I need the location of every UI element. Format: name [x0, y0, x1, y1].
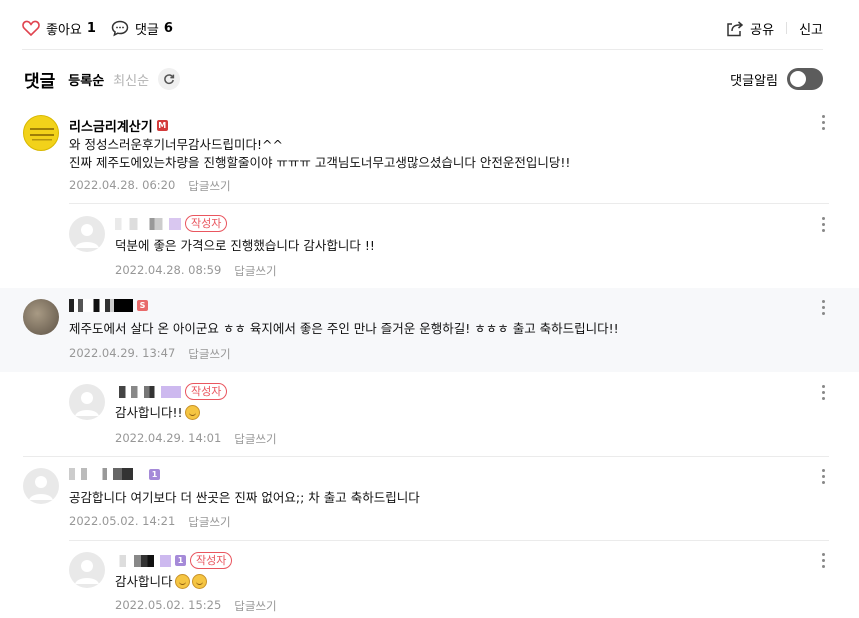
avatar[interactable] [69, 216, 105, 252]
comment-text-line: 와 정성스러운후기너무감사드립미다!^^ [69, 137, 283, 152]
author-badge: 작성자 [185, 215, 228, 232]
author-badge: 작성자 [190, 552, 233, 569]
comment-text-line: 제주도에서 살다 온 아이군요 ㅎㅎ 육지에서 좋은 주인 만나 즐거운 운행하… [69, 321, 619, 336]
speech-bubble-icon [111, 20, 129, 36]
avatar[interactable] [69, 552, 105, 588]
comment-date: 2022.04.29. 13:47 [69, 346, 176, 360]
reply-item: 작성자 감사합니다!! 2022.04.29. 14:01 답글쓰기 [0, 372, 859, 456]
comment-item: 리스금리계산기 M 와 정성스러운후기너무감사드립미다!^^ 진짜 제주도에있는… [0, 104, 859, 204]
comment-date: 2022.04.28. 08:59 [115, 263, 222, 277]
reply-body: 덕분에 좋은 가격으로 진행했습니다 감사합니다 !! [115, 237, 375, 255]
heart-icon [22, 20, 40, 36]
report-label: 신고 [799, 22, 823, 38]
reply-item: 작성자 덕분에 좋은 가격으로 진행했습니다 감사합니다 !! 2022.04.… [0, 204, 859, 288]
reply-button[interactable]: 답글쓰기 [234, 263, 276, 279]
comment-alarm-toggle[interactable] [787, 68, 823, 90]
more-options-icon[interactable] [817, 112, 829, 132]
blurred-author-name[interactable] [115, 217, 181, 230]
comment-body: 공감합니다 여기보다 더 싼곳은 진짜 없어요;; 차 출고 축하드립니다 [69, 489, 420, 507]
comment-body: 제주도에서 살다 온 아이군요 ㅎㅎ 육지에서 좋은 주인 만나 즐거운 운행하… [69, 320, 619, 338]
more-options-icon[interactable] [817, 214, 829, 234]
manager-badge-icon: M [156, 120, 168, 131]
post-actions-bar: 좋아요 1 댓글 6 공유 신고 [22, 14, 823, 50]
comment-body: 와 정성스러운후기너무감사드립미다!^^ 진짜 제주도에있는차량을 진행할줄이야… [69, 136, 570, 172]
reply-button[interactable]: 답글쓰기 [188, 514, 230, 530]
share-label: 공유 [750, 22, 775, 38]
reply-body: 감사합니다 [115, 573, 207, 591]
avatar[interactable] [23, 299, 59, 335]
comment-date: 2022.05.02. 14:21 [69, 514, 176, 528]
comment-item: S 제주도에서 살다 온 아이군요 ㅎㅎ 육지에서 좋은 주인 만나 즐거운 운… [0, 288, 859, 372]
default-avatar-icon [75, 392, 99, 416]
blurred-author-name[interactable] [69, 468, 145, 480]
member-badge-icon: S [137, 300, 148, 311]
comment-label: 댓글 [134, 22, 159, 38]
report-button[interactable]: 신고 [799, 14, 823, 42]
sort-latest-tab[interactable]: 최신순 [113, 70, 149, 89]
comment-text-line: 공감합니다 여기보다 더 싼곳은 진짜 없어요;; 차 출고 축하드립니다 [69, 490, 420, 505]
avatar[interactable] [69, 384, 105, 420]
comment-alarm: 댓글알림 [730, 68, 823, 90]
comment-text-line: 덕분에 좋은 가격으로 진행했습니다 감사합니다 !! [115, 238, 375, 253]
default-avatar-icon [75, 224, 99, 248]
share-icon [727, 20, 744, 36]
default-avatar-icon [75, 560, 99, 584]
default-avatar-icon [29, 476, 53, 500]
emoji-icon [184, 405, 200, 420]
blurred-author-name[interactable] [115, 554, 171, 567]
reply-button[interactable]: 답글쓰기 [188, 178, 230, 194]
comment-toggle-button[interactable]: 댓글 6 [111, 14, 173, 42]
comment-item: 1 공감합니다 여기보다 더 싼곳은 진짜 없어요;; 차 출고 축하드립니다 … [0, 457, 859, 541]
comment-sort-bar: 댓글 등록순 최신순 댓글알림 [24, 62, 823, 96]
toggle-knob [790, 71, 806, 87]
divider [786, 22, 788, 34]
refresh-button[interactable] [158, 68, 181, 90]
sort-registered-tab[interactable]: 등록순 [68, 70, 104, 89]
like-count: 1 [86, 20, 96, 36]
more-options-icon[interactable] [817, 297, 829, 317]
reply-button[interactable]: 답글쓰기 [234, 431, 276, 447]
more-options-icon[interactable] [817, 550, 829, 570]
comment-text-line: 감사합니다!! [115, 405, 183, 420]
avatar[interactable] [23, 115, 59, 151]
emoji-icon [191, 574, 207, 589]
level-badge-icon: 1 [175, 555, 186, 566]
level-badge-icon: 1 [149, 468, 160, 480]
more-options-icon[interactable] [817, 466, 829, 486]
reply-item: 1 작성자 감사합니다 2022.05.02. 15:25 답글쓰기 [0, 541, 859, 618]
comment-author-name[interactable]: 리스금리계산기 [69, 116, 153, 135]
reply-body: 감사합니다!! [115, 404, 200, 422]
comments-title: 댓글 [24, 71, 56, 92]
comment-date: 2022.05.02. 15:25 [115, 598, 222, 612]
comment-text-line: 감사합니다 [115, 574, 173, 589]
like-button[interactable]: 좋아요 1 [22, 14, 96, 42]
more-options-icon[interactable] [817, 382, 829, 402]
logo-icon [30, 128, 54, 141]
comment-date: 2022.04.28. 06:20 [69, 178, 176, 192]
reply-button[interactable]: 답글쓰기 [234, 598, 276, 614]
comment-text-line: 진짜 제주도에있는차량을 진행할줄이야 ㅠㅠㅠ 고객님도너무고생많으셨습니다 안… [69, 155, 571, 170]
comment-count: 6 [163, 20, 173, 36]
refresh-icon [164, 74, 175, 85]
blurred-author-name[interactable] [69, 299, 133, 312]
share-button[interactable]: 공유 [726, 14, 774, 42]
blurred-author-name[interactable] [115, 385, 181, 398]
emoji-icon [174, 574, 190, 589]
avatar[interactable] [23, 468, 59, 504]
author-badge: 작성자 [185, 383, 228, 400]
comment-alarm-label: 댓글알림 [730, 73, 778, 89]
like-label: 좋아요 [46, 22, 82, 38]
reply-button[interactable]: 답글쓰기 [188, 346, 230, 362]
comment-date: 2022.04.29. 14:01 [115, 431, 222, 445]
